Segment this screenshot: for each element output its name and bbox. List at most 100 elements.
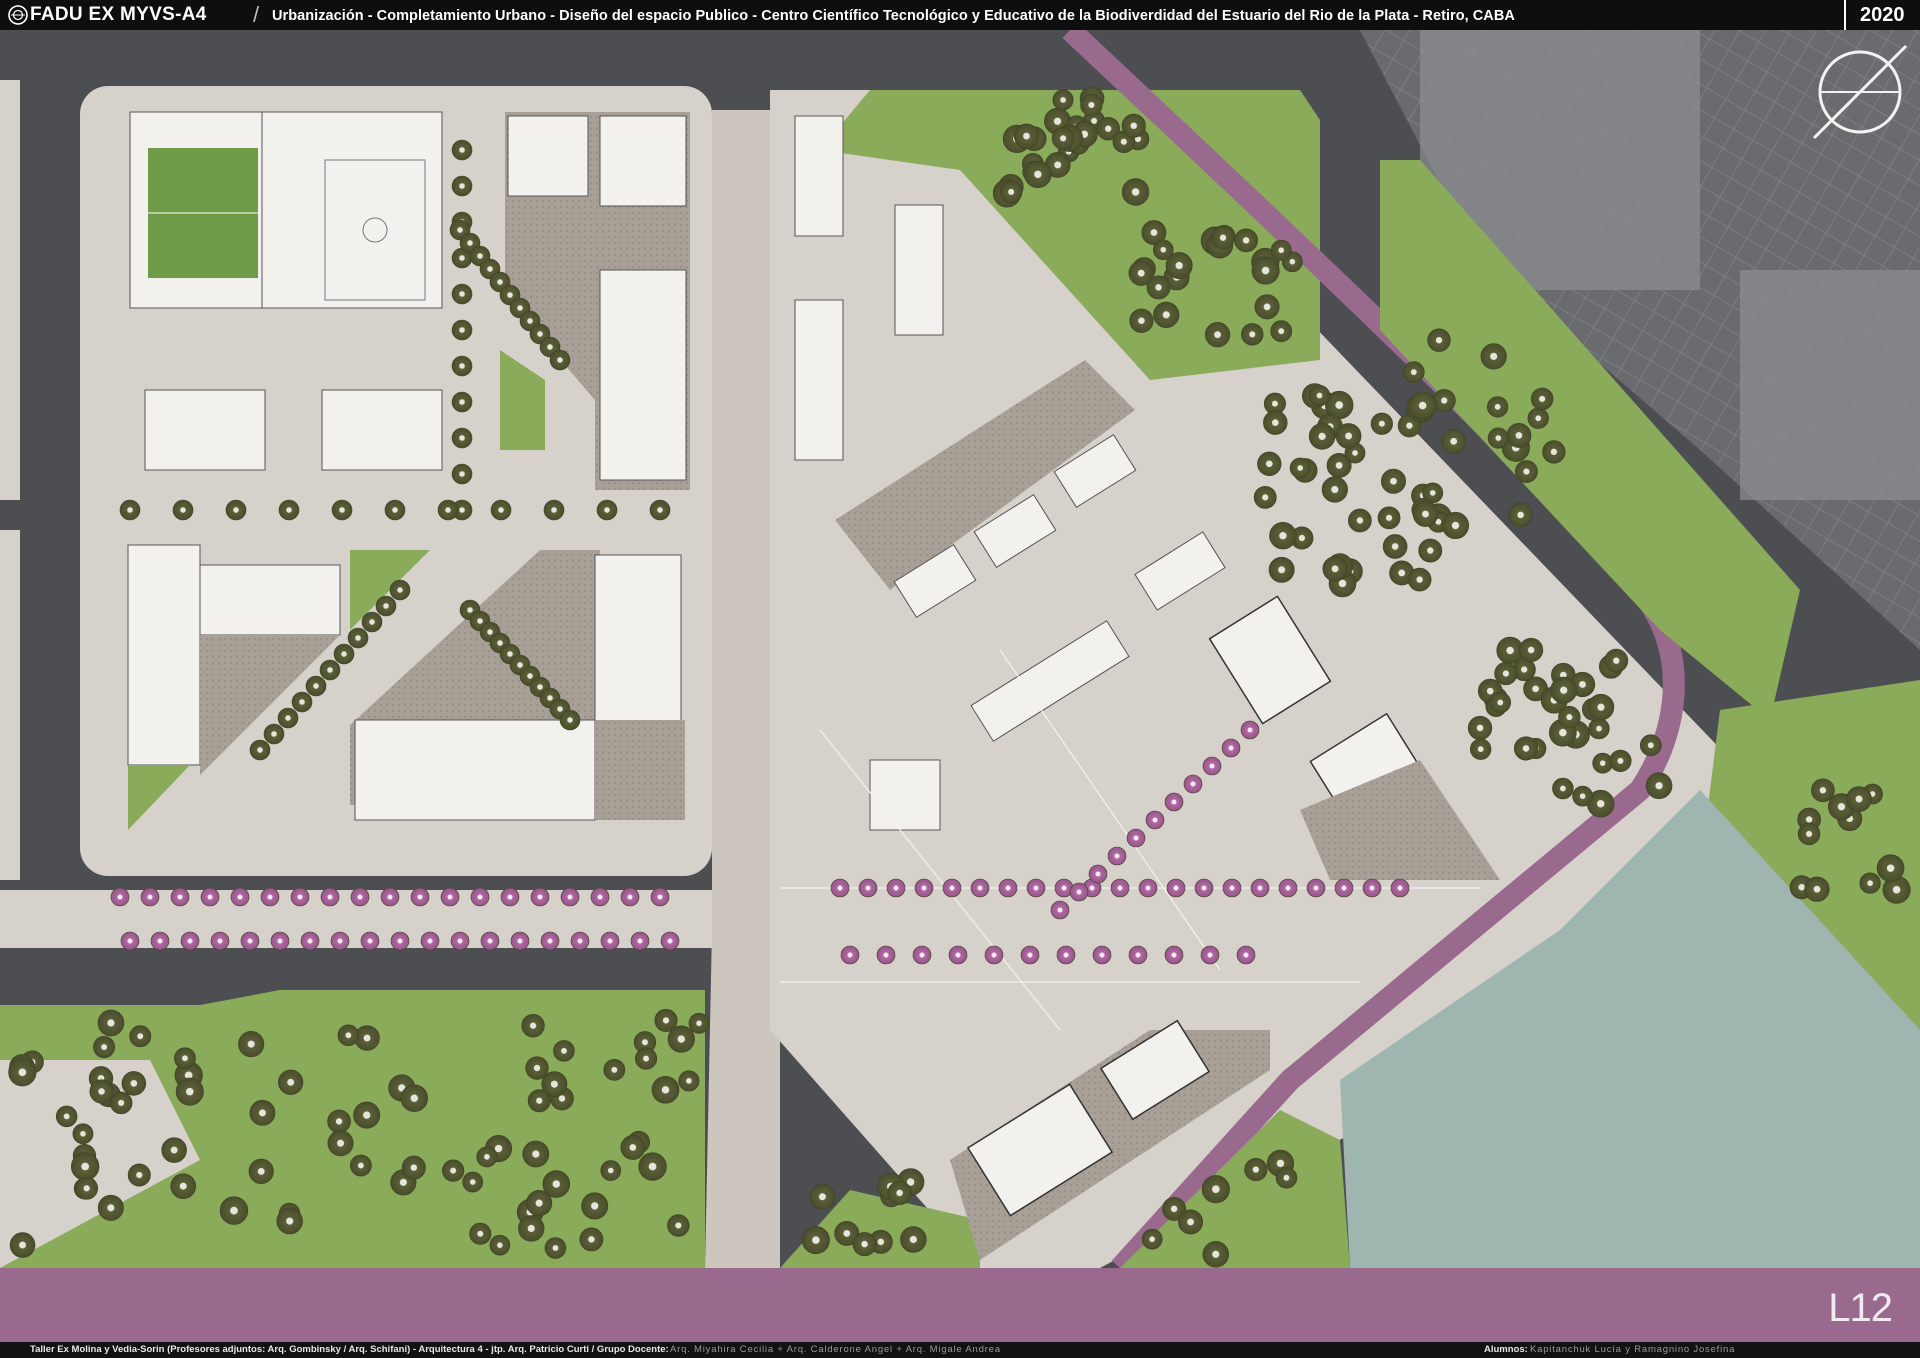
tree-icon (319, 659, 341, 681)
tree-icon (1268, 556, 1295, 583)
tree-icon (1518, 637, 1544, 663)
fadu-logo-icon (8, 5, 28, 25)
flowering-tree-icon (1222, 878, 1242, 898)
tree-icon (225, 499, 247, 521)
tree-icon (634, 1047, 658, 1070)
tree-icon (89, 1079, 114, 1104)
residential-building (127, 544, 201, 766)
tree-icon (389, 579, 411, 601)
tree-icon (278, 499, 300, 521)
tree-icon (75, 1176, 99, 1200)
flowering-tree-icon (1202, 756, 1222, 776)
tree-icon (1013, 123, 1039, 149)
tree-icon (400, 1084, 429, 1112)
tree-icon (1251, 256, 1280, 285)
tree-icon (667, 1025, 695, 1053)
tree-icon (1587, 693, 1615, 721)
flowering-tree-icon (970, 878, 990, 898)
tree-icon (384, 499, 406, 521)
flowering-tree-icon (260, 887, 280, 907)
tree-icon (1202, 1241, 1230, 1268)
tree-icon (462, 1171, 484, 1193)
tree-icon (361, 611, 383, 633)
flowering-tree-icon (998, 878, 1018, 898)
tree-icon (900, 1226, 927, 1253)
flowering-tree-icon (1240, 720, 1260, 740)
tree-icon (238, 1031, 265, 1058)
flowering-tree-icon (1107, 846, 1127, 866)
flowering-tree-icon (1362, 878, 1382, 898)
flowering-tree-icon (590, 887, 610, 907)
tree-icon (596, 499, 618, 521)
tree-icon (72, 1123, 94, 1145)
tree-icon (1486, 396, 1509, 418)
tree-icon (1270, 320, 1293, 343)
tree-icon (1322, 556, 1348, 582)
flowering-tree-icon (530, 887, 550, 907)
tree-icon (1645, 772, 1673, 800)
flowering-tree-icon (560, 887, 580, 907)
tree-icon (1552, 777, 1574, 800)
tree-icon (549, 349, 571, 371)
flowering-tree-icon (330, 931, 350, 951)
flowering-tree-icon (1110, 878, 1130, 898)
tree-icon (1876, 854, 1905, 882)
flowering-tree-icon (1390, 878, 1410, 898)
tree-icon (1121, 178, 1150, 206)
tree-icon (521, 1014, 545, 1038)
tree-icon (1604, 648, 1629, 673)
tree-icon (109, 1091, 133, 1115)
tree-icon (437, 499, 459, 521)
tree-icon (1797, 822, 1821, 846)
flowering-tree-icon (290, 887, 310, 907)
tree-icon (347, 627, 369, 649)
tree-icon (451, 139, 473, 161)
tree-icon (1558, 705, 1581, 729)
tree-icon (263, 723, 285, 745)
tree-icon (70, 1152, 100, 1181)
tree-icon (276, 1207, 303, 1235)
flowering-tree-icon (450, 931, 470, 951)
tree-icon (1441, 511, 1470, 540)
tree-icon (999, 180, 1023, 204)
tree-icon (9, 1232, 36, 1258)
studio-credits: Taller Ex Molina y Vedia-Sorin (Profesor… (30, 1344, 669, 1355)
tree-icon (518, 1215, 545, 1242)
tree-icon (1639, 734, 1662, 757)
tree-icon (667, 1214, 690, 1237)
tree-icon (1308, 423, 1336, 450)
flowering-tree-icon (1138, 878, 1158, 898)
flowering-tree-icon (1250, 878, 1270, 898)
flowering-tree-icon (390, 931, 410, 951)
tree-icon (1348, 508, 1372, 533)
tree-icon (1289, 457, 1311, 479)
flowering-tree-icon (1092, 945, 1112, 965)
tree-icon (170, 1173, 197, 1199)
flowering-tree-icon (620, 887, 640, 907)
tree-icon (581, 1192, 609, 1220)
flowering-tree-icon (1126, 828, 1146, 848)
tree-icon (1253, 485, 1277, 509)
tree-icon (678, 1070, 700, 1092)
tree-icon (579, 1227, 604, 1252)
tree-icon (8, 1058, 37, 1087)
flowering-tree-icon (660, 931, 680, 951)
tree-icon (1052, 89, 1074, 111)
tree-icon (1129, 308, 1154, 333)
tree-icon (1234, 228, 1258, 253)
tree-icon (1141, 1228, 1163, 1250)
tree-icon (1370, 412, 1393, 435)
tree-icon (451, 175, 473, 197)
tree-icon (1146, 275, 1171, 300)
tree-icon (127, 1163, 151, 1187)
tree-icon (353, 1101, 381, 1129)
flowering-tree-icon (230, 887, 250, 907)
tree-icon (638, 1152, 667, 1181)
tree-icon (1377, 506, 1401, 530)
tree-icon (1588, 717, 1610, 740)
flowering-tree-icon (858, 878, 878, 898)
flowering-tree-icon (830, 878, 850, 898)
tree-icon (401, 1155, 426, 1180)
tree-icon (277, 707, 299, 729)
gym-building (261, 111, 443, 309)
